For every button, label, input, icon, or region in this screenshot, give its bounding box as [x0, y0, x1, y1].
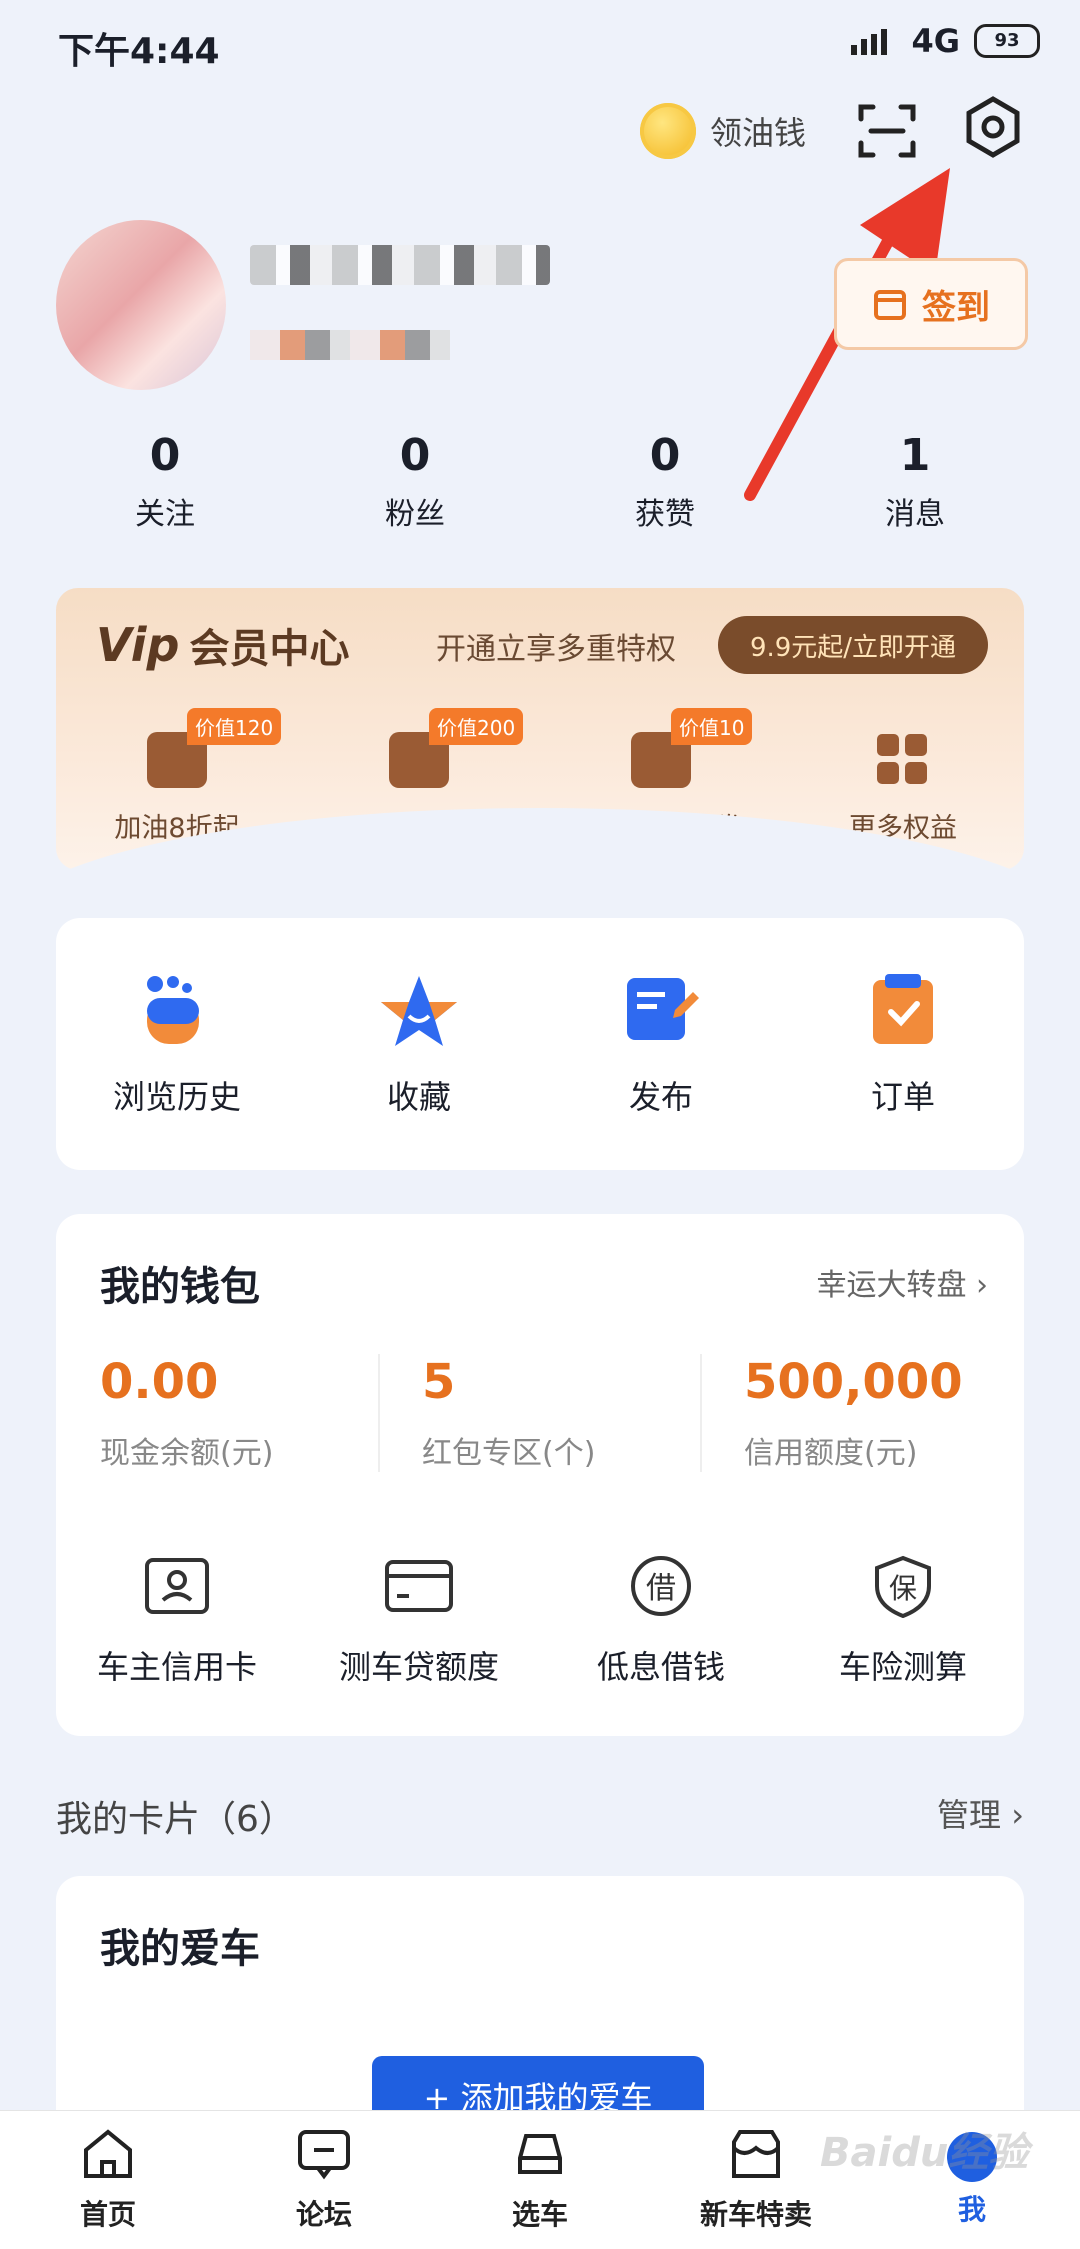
tab-label: 我	[957, 2193, 986, 2226]
status-time: 下午4:44	[58, 31, 220, 72]
my-car-title: 我的爱车	[100, 1926, 260, 1972]
favorites-button[interactable]: 收藏	[309, 970, 529, 1118]
publish-button[interactable]: 发布	[551, 970, 771, 1118]
status-bar: 下午4:44 4G 93	[0, 0, 1080, 90]
bank-card-icon	[385, 1560, 453, 1612]
stat-label: 关注	[135, 497, 195, 532]
amount-value: 0.00	[100, 1354, 219, 1410]
signal-icon	[851, 29, 888, 55]
tab-label: 首页	[79, 2197, 136, 2231]
value-tag: 价值200	[429, 708, 524, 745]
wallet-services: 车主信用卡 测车贷额度 借 低息借钱 保 车险测算	[56, 1554, 1024, 1688]
lucky-wheel-link[interactable]: 幸运大转盘 ›	[816, 1260, 988, 1304]
edit-icon	[627, 978, 699, 1040]
coin-icon	[640, 103, 696, 159]
tab-label: 选车	[511, 2197, 568, 2231]
value-tag: 价值10	[671, 708, 753, 745]
quick-label: 订单	[870, 1078, 935, 1116]
credit-card-button[interactable]: 车主信用卡	[62, 1554, 292, 1688]
car-loan-button[interactable]: 测车贷额度	[304, 1554, 534, 1688]
wallet-amounts: 0.00 现金余额(元) 5 红包专区(个) 500,000 信用额度(元)	[56, 1354, 1024, 1472]
service-label: 低息借钱	[596, 1648, 725, 1686]
username-blurred	[250, 245, 550, 285]
stat-label: 获赞	[635, 497, 695, 532]
quick-label: 发布	[628, 1078, 693, 1116]
home-icon	[84, 2128, 132, 2178]
vip-benefit-fuel[interactable]: 价值120 加油8折起	[67, 708, 287, 845]
vip-title-text: 会员中心	[189, 626, 350, 672]
profile-stats: 0 关注 0 粉丝 0 获赞 1 消息	[40, 430, 1040, 533]
low-interest-loan-button[interactable]: 借 低息借钱	[546, 1554, 776, 1688]
stat-messages[interactable]: 1 消息	[800, 430, 1030, 533]
wallet-card: 我的钱包 幸运大转盘 › 0.00 现金余额(元) 5 红包专区(个) 500,00…	[56, 1214, 1024, 1736]
service-label: 测车贷额度	[338, 1648, 499, 1686]
calendar-icon	[874, 290, 906, 320]
service-label: 车险测算	[838, 1648, 967, 1686]
tab-forum[interactable]: 论坛	[224, 2128, 424, 2233]
cards-manage-link[interactable]: 管理 ›	[937, 1790, 1024, 1836]
stat-value: 0	[649, 430, 681, 481]
amount-label: 现金余额(元)	[100, 1436, 274, 1471]
stat-value: 0	[399, 430, 431, 481]
signin-label: 签到	[922, 287, 990, 328]
browse-history-button[interactable]: 浏览历史	[67, 970, 287, 1118]
orders-button[interactable]: 订单	[793, 970, 1013, 1118]
stat-value: 0	[149, 430, 181, 481]
amount-label: 红包专区(个)	[422, 1436, 596, 1471]
tab-label: 新车特卖	[699, 2197, 812, 2231]
credit-limit[interactable]: 500,000 信用额度(元)	[700, 1354, 1022, 1472]
cards-header: 我的卡片（6） 管理 ›	[56, 1790, 1024, 1842]
borrow-icon: 借	[631, 1556, 691, 1616]
vip-open-button[interactable]: 9.9元起/立即开通	[718, 616, 988, 674]
value-tag: 价值120	[187, 708, 282, 745]
insurance-calc-button[interactable]: 保 车险测算	[788, 1554, 1018, 1688]
amount-value: 500,000	[744, 1354, 963, 1410]
vip-logo-icon: Vip	[96, 618, 180, 672]
wallet-title: 我的钱包	[100, 1264, 260, 1310]
quick-label: 浏览历史	[112, 1078, 241, 1116]
shield-icon: 保	[875, 1555, 931, 1619]
grid-icon	[873, 732, 933, 788]
avatar[interactable]	[56, 220, 226, 390]
status-right: 4G 93	[851, 22, 1040, 60]
quick-actions: 浏览历史 收藏 发布 订单	[56, 918, 1024, 1170]
service-label: 车主信用卡	[96, 1648, 257, 1686]
svg-text:保: 保	[889, 1572, 917, 1605]
cards-title: 我的卡片（6）	[56, 1799, 295, 1840]
vip-benefit-more[interactable]: 更多权益	[793, 708, 1013, 845]
stat-fans[interactable]: 0 粉丝	[300, 430, 530, 533]
user-info-blurred	[250, 330, 450, 360]
clipboard-check-icon	[873, 974, 933, 1044]
stat-following[interactable]: 0 关注	[50, 430, 280, 533]
tab-home[interactable]: 首页	[8, 2128, 208, 2233]
vip-title: Vip 会员中心	[96, 616, 350, 674]
stat-label: 消息	[885, 497, 945, 532]
chat-icon	[298, 2129, 350, 2179]
footprint-icon	[147, 976, 199, 1044]
tab-select-car[interactable]: 选车	[440, 2128, 640, 2233]
vip-promo: 开通立享多重特权	[436, 632, 676, 667]
oil-money-label: 领油钱	[710, 114, 807, 152]
amount-value: 5	[422, 1354, 456, 1410]
id-card-icon	[145, 1558, 209, 1614]
car-icon	[518, 2133, 562, 2174]
battery-icon: 93	[974, 24, 1040, 58]
stat-label: 粉丝	[385, 497, 445, 532]
cash-balance[interactable]: 0.00 现金余额(元)	[56, 1354, 378, 1472]
signin-button[interactable]: 签到	[834, 258, 1028, 350]
stat-value: 1	[899, 430, 931, 481]
shop-icon	[732, 2129, 780, 2178]
watermark: Baidu经验	[820, 2130, 1029, 2176]
star-icon	[381, 976, 457, 1046]
svg-text:借: 借	[646, 1571, 676, 1606]
red-packet-zone[interactable]: 5 红包专区(个)	[378, 1354, 700, 1472]
stat-likes[interactable]: 0 获赞	[550, 430, 780, 533]
amount-label: 信用额度(元)	[744, 1436, 918, 1471]
tab-label: 论坛	[295, 2197, 352, 2231]
network-label: 4G	[911, 22, 960, 60]
quick-label: 收藏	[386, 1078, 451, 1116]
